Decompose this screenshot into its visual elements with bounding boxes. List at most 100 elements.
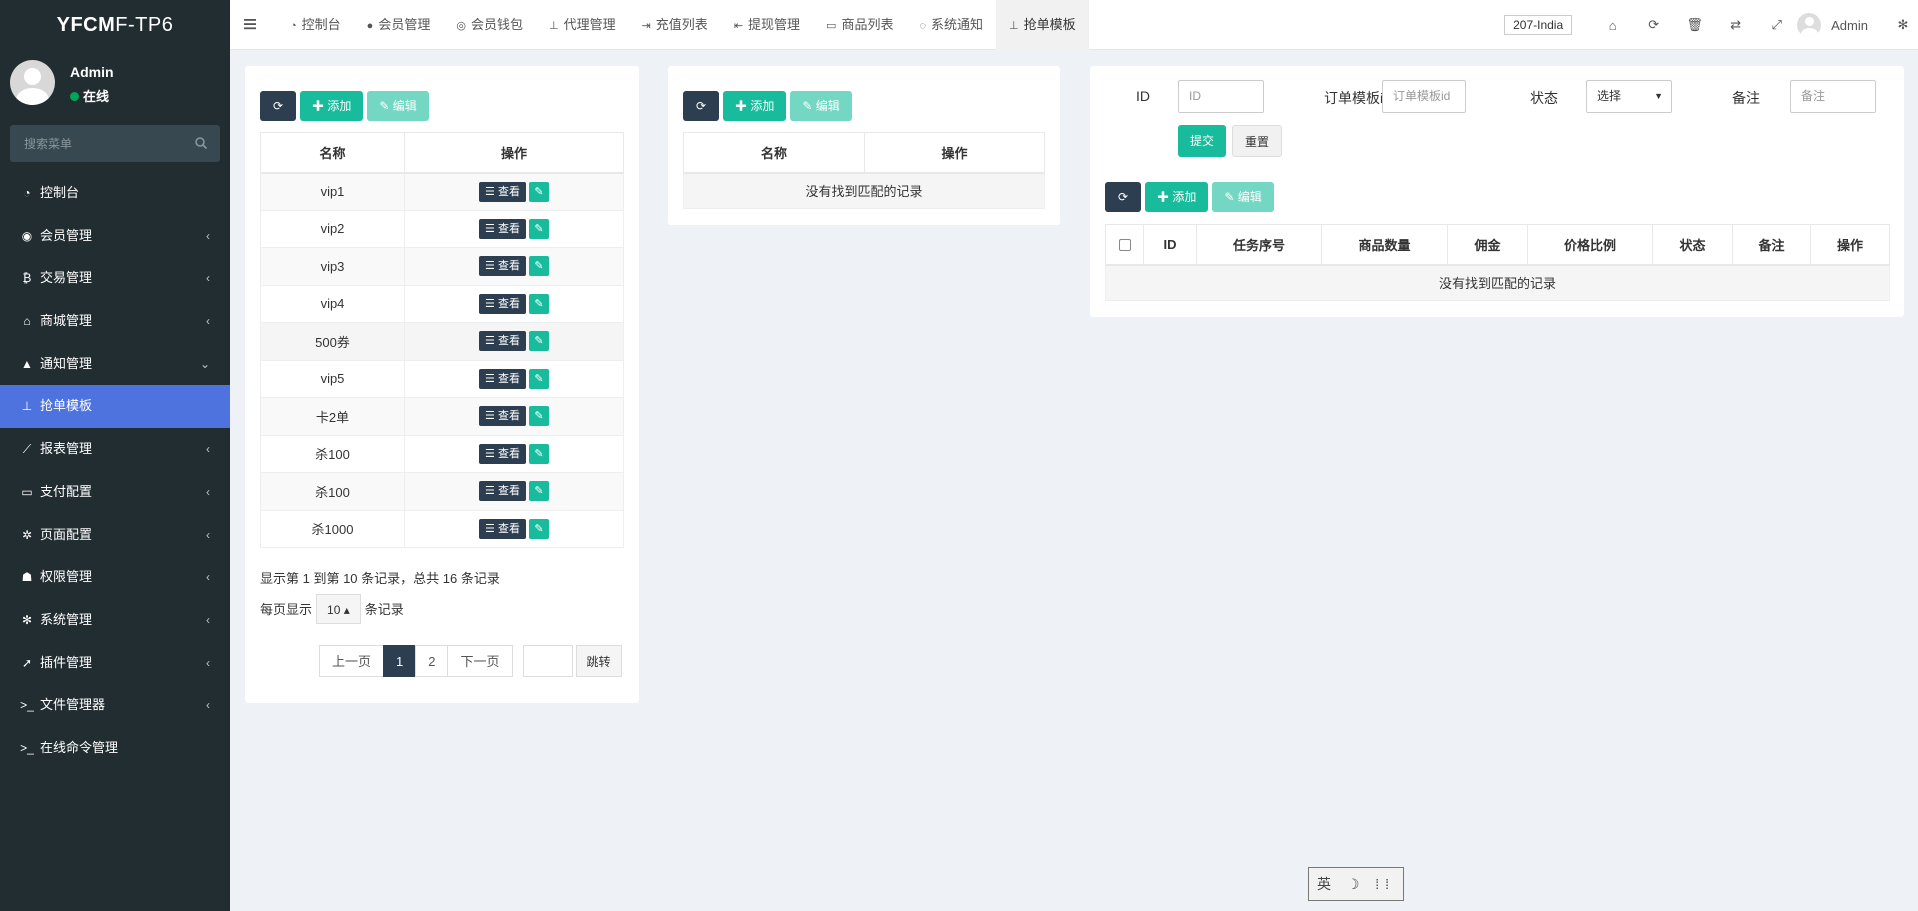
col-header-remark[interactable]: 备注 <box>1732 224 1811 266</box>
submit-button[interactable]: 提交 <box>1178 125 1227 157</box>
home-icon[interactable]: ⌂ <box>1592 0 1633 50</box>
add-button[interactable]: ✚ 添加 <box>300 91 364 121</box>
view-button[interactable]: ☰ 查看 <box>479 368 526 389</box>
select-all-checkbox[interactable] <box>1118 239 1131 252</box>
view-button[interactable]: ☰ 查看 <box>479 443 526 464</box>
tab-8[interactable]: ⊥ 抢单模板 <box>996 0 1089 50</box>
view-button[interactable]: ☰ 查看 <box>479 181 526 202</box>
page-button-1[interactable]: 1 <box>383 645 417 677</box>
table-row: 卡2单 ☰ 查看 ✎ <box>260 397 624 436</box>
tab-0[interactable]: ◔ 控制台 <box>277 0 354 50</box>
view-button[interactable]: ☰ 查看 <box>479 331 526 352</box>
table-row: vip1 ☰ 查看 ✎ <box>260 172 624 211</box>
row-name: vip1 <box>260 172 405 211</box>
sidebar-item-10[interactable]: ✻ 系统管理 ‹ <box>0 599 230 642</box>
remark-input[interactable]: 备注 <box>1790 80 1876 113</box>
col-header-status[interactable]: 状态 <box>1652 224 1733 266</box>
view-button[interactable]: ☰ 查看 <box>479 518 526 539</box>
sidebar-item-12[interactable]: >_ 文件管理器 ‹ <box>0 684 230 727</box>
col-header-task-no[interactable]: 任务序号 <box>1196 224 1322 266</box>
sidebar-item-3[interactable]: ⌂ 商城管理 ‹ <box>0 300 230 343</box>
menu-search-input[interactable] <box>10 125 180 162</box>
sidebar-item-label: 抢单模板 <box>40 398 93 414</box>
fullscreen-icon[interactable]: ⤢ <box>1756 0 1797 50</box>
sidebar-item-4[interactable]: ▲ 通知管理 ⌄ <box>0 343 230 386</box>
view-button[interactable]: ☰ 查看 <box>479 256 526 277</box>
edit-button[interactable]: ✎ 编辑 <box>367 91 429 121</box>
dashboard-icon: ◔ <box>290 20 297 32</box>
edit-row-button[interactable]: ✎ <box>528 256 549 277</box>
edit-row-button[interactable]: ✎ <box>528 481 549 502</box>
translate-icon[interactable]: ⇄ <box>1715 0 1756 50</box>
view-button[interactable]: ☰ 查看 <box>479 481 526 502</box>
sidebar-item-6[interactable]: ⟋ 报表管理 ‹ <box>0 428 230 471</box>
status-select[interactable]: 选择 ▼ <box>1586 80 1672 113</box>
template-id-input[interactable]: 订单模板id <box>1382 80 1466 113</box>
gears-icon[interactable]: ✻ <box>1888 0 1918 50</box>
edit-row-button[interactable]: ✎ <box>528 181 549 202</box>
view-button[interactable]: ☰ 查看 <box>479 218 526 239</box>
tab-1[interactable]: ● 会员管理 <box>354 0 444 50</box>
table-row: vip3 ☰ 查看 ✎ <box>260 247 624 286</box>
add-button[interactable]: ✚ 添加 <box>723 91 787 121</box>
page-button-2[interactable]: 2 <box>415 645 449 677</box>
tab-4[interactable]: ⇥ 充值列表 <box>629 0 721 50</box>
tab-6[interactable]: ▭ 商品列表 <box>813 0 906 50</box>
admin-name[interactable]: Admin <box>1831 18 1868 33</box>
col-header-quantity[interactable]: 商品数量 <box>1321 224 1448 266</box>
tab-7[interactable]: ◌ 系统通知 <box>906 0 996 50</box>
sidebar-item-7[interactable]: ▭ 支付配置 ‹ <box>0 471 230 514</box>
id-input[interactable]: ID <box>1178 80 1264 113</box>
edit-button[interactable]: ✎ 编辑 <box>1212 182 1274 212</box>
table-row: vip2 ☰ 查看 ✎ <box>260 209 624 248</box>
search-icon[interactable] <box>194 136 208 150</box>
col-header-id[interactable]: ID <box>1143 224 1197 266</box>
tab-3[interactable]: ⊥ 代理管理 <box>536 0 629 50</box>
trash-icon[interactable]: 🗑 <box>1674 0 1715 50</box>
prev-page-button[interactable]: 上一页 <box>319 645 385 677</box>
add-button[interactable]: ✚ 添加 <box>1145 182 1209 212</box>
col-header-name[interactable]: 名称 <box>683 132 865 174</box>
edit-row-button[interactable]: ✎ <box>528 518 549 539</box>
edit-row-button[interactable]: ✎ <box>528 406 549 427</box>
sidebar-item-13[interactable]: >_ 在线命令管理 <box>0 727 230 770</box>
edit-row-button[interactable]: ✎ <box>528 443 549 464</box>
sidebar-item-5[interactable]: ⊥ 抢单模板 <box>0 385 230 429</box>
app-logo[interactable]: YFCMF-TP6 <box>0 0 230 50</box>
edit-row-button[interactable]: ✎ <box>528 331 549 352</box>
sidebar-item-1[interactable]: ◉ 会员管理 ‹ <box>0 215 230 258</box>
page-jump-button[interactable]: 跳转 <box>575 645 622 677</box>
row-actions: ☰ 查看 ✎ <box>404 472 624 511</box>
sidebar-item-11[interactable]: ➚ 插件管理 ‹ <box>0 642 230 685</box>
refresh-button[interactable]: ⟳ <box>260 91 296 121</box>
refresh-button[interactable]: ⟳ <box>1105 182 1141 212</box>
col-header-commission[interactable]: 佣金 <box>1447 224 1528 266</box>
language-selector[interactable]: 207-India <box>1504 15 1573 35</box>
sidebar-item-2[interactable]: ₿ 交易管理 ‹ <box>0 257 230 300</box>
sidebar-toggle-icon[interactable] <box>242 16 258 32</box>
sidebar-item-8[interactable]: ✲ 页面配置 ‹ <box>0 514 230 557</box>
edit-button[interactable]: ✎ 编辑 <box>790 91 852 121</box>
col-header-name[interactable]: 名称 <box>260 132 405 174</box>
sidebar-item-9[interactable]: ☗ 权限管理 ‹ <box>0 556 230 599</box>
reset-button[interactable]: 重置 <box>1232 125 1283 157</box>
refresh-icon[interactable]: ⟳ <box>1633 0 1674 50</box>
edit-row-button[interactable]: ✎ <box>528 293 549 314</box>
tab-2[interactable]: ◎ 会员钱包 <box>443 0 536 50</box>
col-header-price-ratio[interactable]: 价格比例 <box>1527 224 1653 266</box>
page-size-select[interactable]: 10 ▴ <box>316 594 361 624</box>
tab-5[interactable]: ⇤ 提现管理 <box>721 0 813 50</box>
edit-row-button[interactable]: ✎ <box>528 218 549 239</box>
right-toolbar: ⟳ ✚ 添加 ✎ 编辑 <box>1105 182 1274 212</box>
sidebar-item-0[interactable]: ◔ 控制台 <box>0 172 230 215</box>
view-button[interactable]: ☰ 查看 <box>479 293 526 314</box>
next-page-button[interactable]: 下一页 <box>447 645 513 677</box>
avatar[interactable] <box>1797 13 1822 37</box>
ime-indicator[interactable]: 英 ☽ ⁞⁞ <box>1308 867 1404 901</box>
sidebar-item-label: 系统管理 <box>40 611 93 627</box>
view-button[interactable]: ☰ 查看 <box>479 406 526 427</box>
page-jump-input[interactable] <box>522 645 573 677</box>
edit-row-button[interactable]: ✎ <box>528 368 549 389</box>
sidebar-item-label: 控制台 <box>40 185 80 200</box>
refresh-button[interactable]: ⟳ <box>683 91 719 121</box>
